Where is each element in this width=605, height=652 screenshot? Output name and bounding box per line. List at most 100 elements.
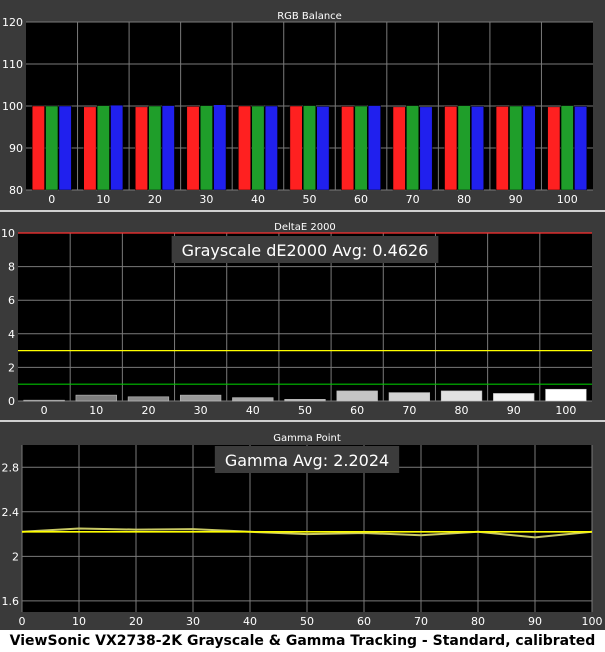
y-tick-label: 2 — [8, 361, 15, 374]
x-tick-label: 100 — [557, 193, 578, 206]
bar-rgb — [406, 105, 420, 191]
x-tick-label: 60 — [357, 615, 371, 628]
x-tick-label: 30 — [194, 404, 208, 417]
bar-rgb — [31, 105, 45, 191]
bar-rgb — [58, 105, 72, 191]
bar-rgb — [83, 106, 97, 191]
x-tick-label: 40 — [243, 615, 257, 628]
x-tick-label: 0 — [41, 404, 48, 417]
bar-rgb — [341, 106, 355, 191]
bar-rgb — [444, 106, 458, 191]
bar-rgb — [161, 105, 175, 191]
bar-rgb — [289, 105, 303, 191]
panel-divider — [0, 210, 605, 212]
y-tick-label: 120 — [2, 16, 23, 29]
bar-deltae — [545, 388, 587, 402]
y-tick-label: 100 — [2, 100, 23, 113]
x-tick-label: 30 — [186, 615, 200, 628]
x-tick-label: 40 — [246, 404, 260, 417]
x-tick-label: 20 — [141, 404, 155, 417]
x-tick-label: 20 — [129, 615, 143, 628]
bar-rgb — [368, 105, 381, 191]
x-tick-label: 70 — [414, 615, 428, 628]
figure-caption: ViewSonic VX2738-2K Grayscale & Gamma Tr… — [9, 633, 596, 649]
bar-rgb — [238, 105, 251, 191]
bar-deltae — [336, 390, 378, 402]
chart-title: DeltaE 2000 — [274, 222, 336, 233]
bar-rgb — [419, 106, 433, 191]
bar-rgb — [316, 106, 330, 191]
bar-rgb — [560, 105, 574, 191]
y-tick-label: 1.6 — [2, 595, 20, 608]
x-tick-label: 80 — [457, 193, 471, 206]
bar-rgb — [457, 105, 471, 191]
bar-rgb — [186, 106, 200, 191]
x-tick-label: 50 — [303, 193, 317, 206]
y-tick-label: 110 — [2, 58, 23, 71]
x-tick-label: 100 — [582, 615, 603, 628]
bar-rgb — [354, 105, 368, 191]
x-tick-label: 0 — [19, 615, 26, 628]
chart-svg: RGB Balance80901001101200 10 20 30 40 50 60 70 8… — [0, 11, 605, 628]
bar-rgb — [213, 104, 227, 191]
bar-deltae — [284, 399, 326, 402]
y-tick-label: 2.4 — [2, 506, 20, 519]
x-tick-label: 90 — [528, 615, 542, 628]
x-tick-label: 40 — [251, 193, 265, 206]
y-tick-label: 2.8 — [2, 461, 20, 474]
y-tick-label: 6 — [8, 294, 15, 307]
chart-title: Gamma Point — [273, 433, 341, 444]
x-tick-label: 50 — [298, 404, 312, 417]
x-tick-label: 10 — [96, 193, 110, 206]
bar-rgb — [522, 105, 536, 191]
bar-deltae — [179, 394, 222, 402]
bar-rgb — [251, 105, 265, 191]
bar-deltae — [232, 397, 274, 402]
bar-rgb — [471, 106, 484, 191]
bar-rgb — [547, 106, 561, 191]
chart-stage: RGB Balance 80 90 100 110 120 0 10 20 30 40 50 60 70 8… — [0, 0, 605, 630]
x-tick-label: 80 — [471, 615, 485, 628]
y-tick-label: 80 — [9, 184, 23, 197]
y-tick-label: 90 — [9, 142, 23, 155]
bar-rgb — [199, 105, 213, 191]
bar-rgb — [264, 105, 278, 191]
x-tick-label: 80 — [455, 404, 469, 417]
x-tick-label: 10 — [89, 404, 103, 417]
bar-rgb — [495, 106, 509, 191]
x-tick-label: 30 — [199, 193, 213, 206]
x-tick-label: 90 — [507, 404, 521, 417]
bar-deltae — [127, 396, 170, 402]
y-tick-label: 8 — [8, 261, 15, 274]
chart-title: RGB Balance — [277, 11, 342, 22]
bar-rgb — [392, 106, 406, 191]
x-tick-label: 0 — [48, 193, 55, 206]
x-tick-label: 90 — [509, 193, 523, 206]
x-tick-label: 70 — [402, 404, 416, 417]
bar-deltae — [23, 399, 65, 402]
annotation-text: Gamma Avg: 2.2024 — [225, 451, 389, 470]
x-tick-label: 100 — [555, 404, 576, 417]
y-tick-label: 0 — [8, 395, 15, 408]
bar-rgb — [303, 105, 316, 191]
y-tick-label: 4 — [8, 328, 15, 341]
bar-deltae — [440, 390, 483, 402]
bar-rgb — [96, 105, 110, 191]
panel-divider — [0, 420, 605, 422]
x-tick-label: 60 — [350, 404, 364, 417]
bar-deltae — [388, 392, 431, 402]
bar-rgb — [135, 106, 148, 191]
y-tick-label: 2 — [12, 550, 19, 563]
bar-rgb — [110, 104, 124, 191]
bar-deltae — [75, 394, 117, 402]
x-tick-label: 60 — [354, 193, 368, 206]
x-tick-label: 70 — [406, 193, 420, 206]
annotation-text: Grayscale dE2000 Avg: 0.4626 — [182, 241, 429, 260]
x-tick-label: 10 — [72, 615, 86, 628]
bar-rgb — [574, 106, 588, 191]
bar-rgb — [509, 105, 523, 191]
y-tick-label: 10 — [1, 227, 15, 240]
x-tick-label: 20 — [148, 193, 162, 206]
bar-deltae — [493, 393, 535, 402]
bar-rgb — [148, 105, 162, 191]
